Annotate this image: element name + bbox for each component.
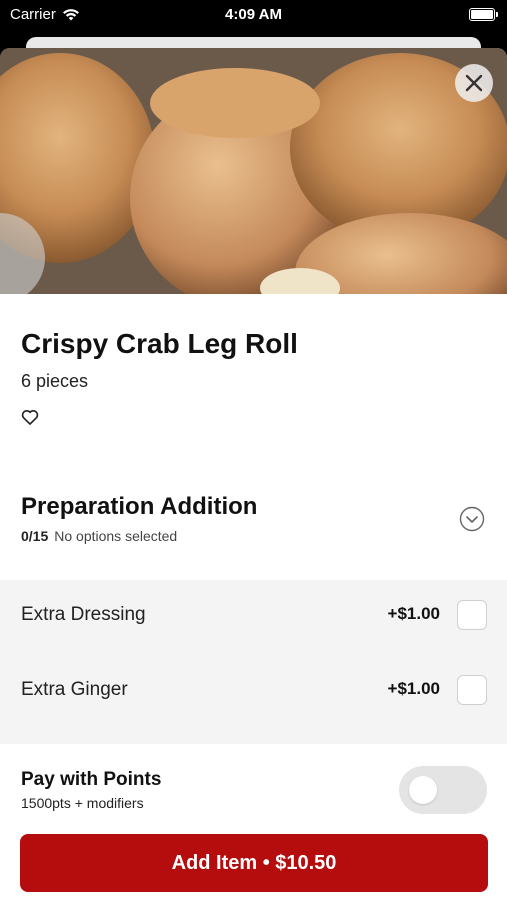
status-bar: Carrier 4:09 AM	[0, 0, 507, 30]
item-subtitle: 6 pieces	[21, 371, 89, 391]
selection-count: 0/15	[21, 528, 49, 544]
pay-with-points-sub: 1500pts + modifiers	[21, 795, 144, 811]
close-icon	[465, 74, 483, 92]
section-title: Preparation Addition	[21, 493, 258, 520]
item-detail-sheet: Crispy Crab Leg Roll 6 pieces Preparatio…	[0, 48, 507, 900]
section-selection-status: 0/15 No options selected	[21, 528, 177, 544]
item-hero-image	[0, 48, 507, 294]
option-price: +$1.00	[387, 679, 440, 698]
pay-with-points-toggle[interactable]	[399, 766, 487, 814]
toggle-knob	[409, 776, 437, 804]
add-item-button[interactable]: Add Item • $10.50	[20, 834, 488, 892]
option-label: Extra Ginger	[21, 679, 128, 700]
food-photo	[0, 48, 507, 294]
pay-with-points-label: Pay with Points	[21, 769, 162, 790]
selection-status-text: No options selected	[54, 528, 178, 544]
option-price: +$1.00	[387, 604, 440, 623]
option-checkbox[interactable]	[457, 675, 487, 705]
option-label: Extra Dressing	[21, 604, 146, 625]
options-list: Extra Dressing +$1.00 Extra Ginger +$1.0…	[0, 580, 507, 744]
clock: 4:09 AM	[225, 6, 282, 23]
heart-icon[interactable]	[20, 407, 40, 427]
battery-icon	[469, 8, 498, 21]
option-row-extra-ginger[interactable]: Extra Ginger +$1.00	[0, 655, 507, 725]
option-row-extra-dressing[interactable]: Extra Dressing +$1.00	[0, 580, 507, 650]
option-checkbox[interactable]	[457, 600, 487, 630]
item-title: Crispy Crab Leg Roll	[21, 328, 298, 359]
close-button[interactable]	[455, 64, 493, 102]
chevron-down-icon[interactable]	[459, 506, 485, 532]
